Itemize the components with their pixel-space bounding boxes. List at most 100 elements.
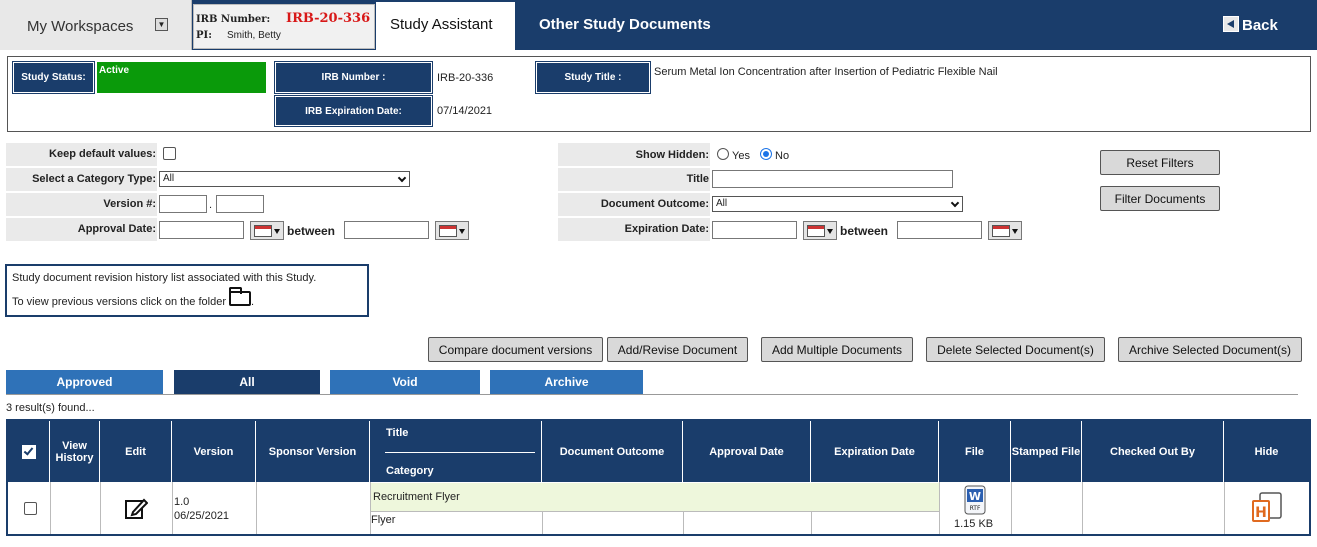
row-version: 1.0 (174, 496, 190, 508)
back-button[interactable]: Back (1223, 16, 1278, 34)
expiration-between-label: between (840, 224, 889, 238)
show-hidden-no-radio[interactable] (760, 148, 772, 160)
show-hidden-label: Show Hidden: (635, 149, 709, 161)
approval-date-to-input[interactable] (344, 221, 429, 239)
archive-selected-button[interactable]: Archive Selected Document(s) (1118, 337, 1302, 362)
results-count-text: 3 result(s) found... (6, 402, 95, 414)
show-hidden-yes-label[interactable]: Yes (732, 150, 750, 162)
col-divider (1082, 482, 1083, 534)
expiration-date-label: Expiration Date: (624, 223, 709, 235)
approval-date-from-input[interactable] (159, 221, 244, 239)
irb-expiration-value: 07/14/2021 (437, 105, 493, 117)
back-label[interactable]: Back (1242, 17, 1278, 34)
filter-documents-button[interactable]: Filter Documents (1100, 186, 1220, 211)
irb-number-field-value: IRB-20-336 (437, 72, 494, 84)
revision-history-info: Study document revision history list ass… (5, 264, 369, 317)
info-line-2-end: . (250, 296, 255, 308)
compare-versions-button[interactable]: Compare document versions (428, 337, 603, 362)
col-divider (256, 482, 257, 534)
col-divider (683, 511, 684, 534)
irb-number-value: IRB-20-336 (286, 11, 371, 26)
tab-archive[interactable]: Archive (490, 370, 643, 394)
col-title: Title (386, 427, 409, 439)
select-all-icon[interactable] (21, 444, 36, 459)
document-outcome-label: Document Outcome: (600, 198, 709, 210)
calendar-icon[interactable] (250, 221, 284, 240)
col-divider (811, 511, 812, 534)
col-stamped-file: Stamped File (1011, 421, 1082, 482)
category-type-select[interactable]: All (159, 171, 410, 187)
reset-filters-button[interactable]: Reset Filters (1100, 150, 1220, 175)
add-multiple-documents-button[interactable]: Add Multiple Documents (761, 337, 913, 362)
svg-text:W: W (969, 490, 981, 503)
col-divider (100, 482, 101, 534)
tab-void[interactable]: Void (330, 370, 480, 394)
col-view-history: View History (50, 421, 100, 482)
keep-default-label: Keep default values: (49, 148, 156, 160)
chevron-down-icon[interactable]: ▼ (155, 18, 168, 31)
col-divider (1011, 482, 1012, 534)
approval-date-label: Approval Date: (77, 223, 156, 235)
results-count: 3 result(s) found... (6, 402, 95, 414)
edit-icon[interactable] (124, 497, 149, 521)
tab-all[interactable]: All (174, 370, 320, 394)
chevron-down-icon (397, 173, 407, 183)
approval-between-label: between (287, 224, 336, 238)
version-minor-input[interactable] (216, 195, 264, 213)
header-divider (385, 451, 535, 453)
row-title[interactable]: Recruitment Flyer (373, 491, 460, 503)
tab-approved[interactable]: Approved (6, 370, 163, 394)
tab-study-assistant-label[interactable]: Study Assistant (390, 16, 493, 33)
keep-default-checkbox[interactable] (163, 147, 176, 160)
col-divider (1224, 482, 1225, 534)
calendar-icon[interactable] (435, 221, 469, 240)
col-divider (172, 482, 173, 534)
col-category: Category (386, 465, 434, 477)
category-type-value: All (163, 173, 175, 184)
version-major-input[interactable] (159, 195, 207, 213)
info-line-1: Study document revision history list ass… (12, 272, 317, 284)
rtf-file-icon[interactable]: W RTF (964, 485, 986, 515)
col-expiration-date: Expiration Date (811, 421, 939, 482)
irb-number-label: IRB Number: (196, 14, 271, 25)
irb-expiration-label: IRB Expiration Date: (274, 95, 433, 127)
version-label: Version #: (103, 198, 156, 210)
tab-divider (6, 394, 1298, 395)
row-select-checkbox[interactable] (24, 502, 37, 515)
title-filter-input[interactable] (712, 170, 953, 188)
svg-text:H: H (1255, 505, 1267, 521)
delete-selected-button[interactable]: Delete Selected Document(s) (926, 337, 1105, 362)
info-line-2: To view previous versions click on the f… (12, 296, 226, 308)
title-filter-label: Title (686, 173, 709, 185)
expiration-date-from-input[interactable] (712, 221, 797, 239)
row-file-size: 1.15 KB (954, 518, 994, 530)
add-revise-document-button[interactable]: Add/Revise Document (607, 337, 748, 362)
document-outcome-select[interactable]: All (712, 196, 963, 212)
chevron-down-icon (950, 198, 960, 208)
hide-icon[interactable]: H (1251, 491, 1283, 523)
category-type-label: Select a Category Type: (32, 173, 156, 185)
expiration-date-to-input[interactable] (897, 221, 982, 239)
col-edit: Edit (100, 421, 172, 482)
version-separator: . (209, 199, 213, 211)
my-workspaces-label[interactable]: My Workspaces (27, 18, 133, 35)
select-all-header[interactable] (8, 421, 50, 482)
row-version-date: 06/25/2021 (174, 510, 230, 522)
info-line-2-wrap: To view previous versions click on the f… (12, 287, 362, 308)
col-divider (542, 511, 543, 534)
row-category: Flyer (371, 514, 396, 526)
back-arrow-icon (1223, 16, 1239, 32)
tab-other-study-documents[interactable]: Other Study Documents (539, 16, 711, 33)
calendar-icon[interactable] (988, 221, 1022, 240)
folder-icon (228, 287, 251, 306)
col-approval-date: Approval Date (683, 421, 811, 482)
study-title-label: Study Title : (535, 61, 651, 94)
col-version: Version (172, 421, 256, 482)
col-document-outcome: Document Outcome (542, 421, 683, 482)
irb-number-field-label: IRB Number : (274, 61, 433, 94)
col-sponsor-version: Sponsor Version (256, 421, 370, 482)
show-hidden-yes-radio[interactable] (717, 148, 729, 160)
study-status-label: Study Status: (12, 61, 95, 94)
calendar-icon[interactable] (803, 221, 837, 240)
show-hidden-no-label[interactable]: No (775, 150, 789, 162)
